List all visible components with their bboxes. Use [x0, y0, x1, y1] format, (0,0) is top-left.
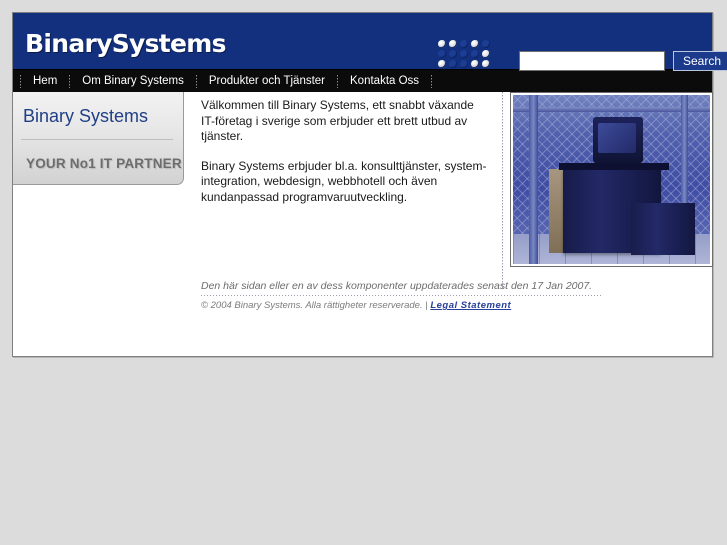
search-button[interactable]: Search [673, 51, 727, 71]
dot [471, 60, 479, 68]
copyright-line: © 2004 Binary Systems. Alla rättigheter … [201, 300, 601, 311]
dot [482, 60, 490, 68]
dot [471, 50, 479, 58]
dot [438, 60, 446, 68]
footer-divider [201, 295, 601, 296]
dot [471, 40, 479, 48]
intro-text: Välkommen till Binary Systems, ett snabb… [201, 98, 491, 219]
nav-separator [69, 74, 71, 88]
copyright-text: © 2004 Binary Systems. Alla rättigheter … [201, 300, 428, 311]
brand-logo: BinarySystems [25, 29, 227, 58]
dot [482, 50, 490, 58]
nav-item-om-binary-systems[interactable]: Om Binary Systems [71, 70, 195, 92]
nav-item-kontakta-oss[interactable]: Kontakta Oss [339, 70, 430, 92]
page-footer: Den här sidan eller en av dess komponent… [201, 280, 601, 311]
photo-canvas [513, 95, 710, 264]
dot [449, 40, 457, 48]
search-area: Search [519, 51, 727, 71]
main-navigation: Hem Om Binary Systems Produkter och Tjän… [13, 70, 712, 92]
dot-matrix-row [437, 60, 495, 68]
dot [460, 50, 468, 58]
dot [449, 50, 457, 58]
search-input[interactable] [519, 51, 665, 71]
nav-separator [195, 74, 197, 88]
dot-matrix-row [437, 40, 495, 48]
nav-separator [431, 74, 433, 88]
dot [438, 50, 446, 58]
dot [460, 60, 468, 68]
page-frame: BinarySystems Search Hem Om Binary Syste… [12, 12, 727, 357]
dot [438, 40, 446, 48]
dot-matrix-icon [437, 40, 495, 82]
nav-item-produkter-och-tjanster[interactable]: Produkter och Tjänster [198, 70, 336, 92]
dot [460, 40, 468, 48]
intro-paragraph-2: Binary Systems erbjuder bl.a. konsulttjä… [201, 158, 487, 204]
server-room-photo [510, 92, 713, 267]
sidebar-panel: Binary Systems YOUR No1 IT PARTNER [13, 92, 184, 185]
last-updated-text: Den här sidan eller en av dess komponent… [201, 280, 593, 292]
dot [449, 60, 457, 68]
nav-separator [337, 74, 339, 88]
sidebar-tagline: YOUR No1 IT PARTNER [26, 156, 182, 171]
dot-matrix-row [437, 50, 495, 58]
vertical-divider [502, 92, 503, 288]
sidebar-title: Binary Systems [23, 106, 149, 126]
sidebar-divider [21, 139, 173, 140]
nav-item-hem[interactable]: Hem [22, 70, 68, 92]
photo-blue-tint [513, 95, 710, 264]
site-header: BinarySystems Search [13, 13, 727, 71]
intro-paragraph-1: Välkommen till Binary Systems, ett snabb… [201, 98, 474, 143]
content-area: Binary Systems YOUR No1 IT PARTNER Välko… [13, 92, 713, 356]
dot [482, 40, 490, 48]
nav-separator [20, 74, 21, 88]
legal-statement-link[interactable]: Legal Statement [430, 300, 511, 311]
